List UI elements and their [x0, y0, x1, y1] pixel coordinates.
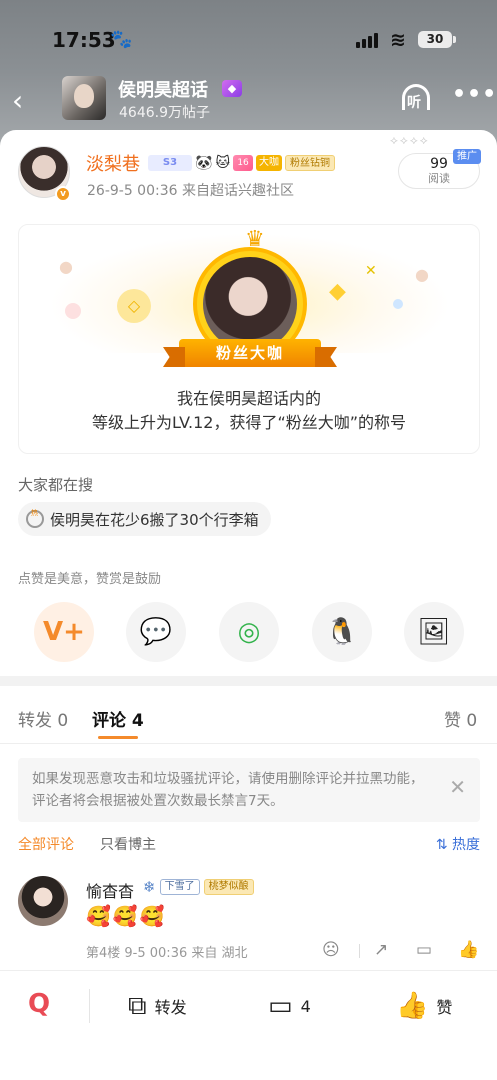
promo-tag: 推广	[453, 149, 481, 164]
commenter-badges: ❄ 下雪了 桃梦似酿	[143, 878, 254, 896]
more-icon[interactable]: •••	[452, 82, 497, 107]
bar-separator	[89, 989, 90, 1023]
author-name[interactable]: 淡梨巷	[86, 150, 140, 176]
filter-all-comments[interactable]: 全部评论	[18, 834, 74, 854]
sort-icon: ⇅	[435, 837, 452, 853]
topic-title[interactable]: 侯明昊超话	[118, 76, 208, 102]
commenter-name[interactable]: 愉杳杳	[86, 878, 134, 902]
thumbs-up-icon: 👍	[396, 991, 429, 1021]
level-text-line2: 等级上升为LV.12，获得了“粉丝大咖”的称号	[91, 413, 407, 432]
bubble-dot	[65, 303, 81, 319]
share-comment-icon[interactable]: ↗	[374, 940, 388, 960]
comment-button[interactable]: ▭ 4	[268, 989, 311, 1023]
level-text-line1: 我在侯明昊超话内的	[176, 389, 321, 408]
like-label: 赞	[436, 998, 453, 1017]
panda-icon: 🐼	[195, 155, 213, 171]
ai-search-icon[interactable]: Q	[28, 989, 62, 1023]
comment-item: 愉杳杳 ❄ 下雪了 桃梦似酿 🥰🥰🥰 第4楼 9-5 00:36 来自 湖北 ☹…	[0, 870, 497, 962]
section-divider	[0, 676, 497, 686]
listen-label: 听	[407, 95, 421, 111]
person-icon: ●	[59, 257, 73, 276]
fan-badge[interactable]: 粉丝钻铜	[285, 155, 336, 171]
filter-owner-only[interactable]: 只看博主	[100, 834, 156, 854]
like-button[interactable]: 👍 赞	[396, 989, 452, 1023]
bottom-action-bar: Q ⧉ 转发 ▭ 4 👍 赞	[0, 970, 497, 1080]
person-icon: ●	[415, 265, 429, 284]
notice-text: 如果发现恶意攻击和垃圾骚扰评论，请使用删除评论并拉黑功能，评论者将会根据被处置次…	[32, 771, 424, 809]
comment-notice: 如果发现恶意攻击和垃圾骚扰评论，请使用删除评论并拉黑功能，评论者将会根据被处置次…	[18, 758, 480, 822]
reward-label: 点赞是美意，赞赏是鼓励	[18, 572, 162, 587]
level-badge[interactable]: 16	[233, 155, 254, 171]
sort-label: 热度	[452, 837, 480, 853]
author-badges: S3 🐼 🐱 16 大咖 粉丝钻铜	[148, 154, 336, 172]
hot-search-icon	[26, 508, 44, 528]
post-meta: 26-9-5 00:36 来自超话兴趣社区	[87, 183, 294, 199]
wifi-icon: ≋	[390, 29, 406, 51]
commenter-fan-tag[interactable]: 桃梦似酿	[203, 879, 254, 895]
dislike-face-icon[interactable]: ☹	[322, 940, 340, 960]
listen-button[interactable]: 听	[398, 82, 434, 112]
comment-meta: 第4楼 9-5 00:36 来自 湖北	[86, 946, 248, 961]
back-icon[interactable]: ‹	[12, 84, 23, 117]
tab-repost[interactable]: 转发 0	[18, 706, 68, 731]
close-icon[interactable]: ✕	[449, 776, 466, 798]
paw-icon: 🐾	[110, 29, 133, 50]
comment-actions: ☹ ↗ ▭ 👍	[322, 940, 482, 962]
diamond-coin-icon: ◇	[117, 289, 151, 323]
repost-icon: ⧉	[128, 990, 147, 1021]
sort-button[interactable]: ⇅ 热度	[436, 834, 480, 854]
topic-post-count: 4646.9万帖子	[119, 105, 210, 121]
title-ribbon: 粉丝大咖	[179, 339, 321, 367]
diamond-icon: ◆	[329, 279, 346, 304]
commenter-avatar[interactable]	[18, 876, 68, 926]
daka-badge[interactable]: 大咖	[256, 155, 283, 171]
topic-avatar[interactable]	[62, 76, 106, 120]
action-separator	[359, 944, 360, 958]
trending-search-item[interactable]: 侯明昊在花少6搬了30个行李箱	[18, 502, 271, 536]
bubble-dot	[393, 299, 403, 309]
reply-comment-icon[interactable]: ▭	[416, 940, 432, 960]
comment-count: 4	[300, 996, 311, 1016]
like-comment-icon[interactable]: 👍	[458, 940, 479, 960]
reward-button[interactable]: V+	[34, 602, 94, 662]
crown-icon: ♛	[245, 227, 265, 252]
commenter-tag[interactable]: 下雪了	[159, 879, 200, 895]
repost-button[interactable]: ⧉ 转发	[128, 989, 187, 1023]
comment-tabs: 转发 0 评论 4 赞 0	[0, 686, 497, 744]
trending-search-label: 大家都在搜	[18, 476, 94, 494]
active-tab-indicator	[98, 736, 138, 739]
save-image-button[interactable]: 🖼	[404, 602, 464, 662]
verified-icon: v	[55, 186, 71, 202]
trending-search-query: 侯明昊在花少6搬了30个行李箱	[50, 510, 259, 529]
wechat-share-button[interactable]: 💬	[126, 602, 186, 662]
level-up-card[interactable]: ◇ ◆ ✕ ● ● ♛ 粉丝大咖 我在侯明昊超话内的 等级上升为LV.12，获得…	[18, 224, 480, 454]
comment-filters: 全部评论 只看博主 ⇅ 热度	[18, 832, 480, 856]
comment-icon: ▭	[268, 991, 293, 1021]
post-card: v 淡梨巷 S3 🐼 🐱 16 大咖 粉丝钻铜 26-9-5 00:36 来自超…	[0, 130, 497, 1080]
battery-icon: 30	[418, 31, 456, 48]
sparkle-icon: ✕	[365, 263, 377, 279]
share-row: V+ 💬 ◎ 🐧 🖼	[34, 602, 464, 664]
status-bar: 17:53 🐾 ≋ 30	[0, 0, 497, 74]
status-time: 17:53	[52, 28, 116, 52]
comment-content: 🥰🥰🥰	[86, 904, 167, 928]
qq-share-button[interactable]: 🐧	[312, 602, 372, 662]
moments-share-button[interactable]: ◎	[219, 602, 279, 662]
tab-comments[interactable]: 评论 4	[92, 706, 144, 731]
tab-likes[interactable]: 赞 0	[444, 706, 477, 731]
topic-header: ‹ 侯明昊超话 ◆ 4646.9万帖子 听 •••	[0, 74, 497, 130]
repost-label: 转发	[154, 998, 187, 1017]
super-topic-badge-icon: ◆	[222, 80, 242, 97]
svip-badge[interactable]: S3	[148, 155, 192, 171]
read-label: 阅读	[428, 172, 450, 185]
signal-icon	[356, 31, 382, 48]
level-avatar	[203, 257, 297, 351]
snowflake-icon: ❄	[143, 878, 156, 896]
pet-icon: 🐱	[215, 155, 231, 171]
